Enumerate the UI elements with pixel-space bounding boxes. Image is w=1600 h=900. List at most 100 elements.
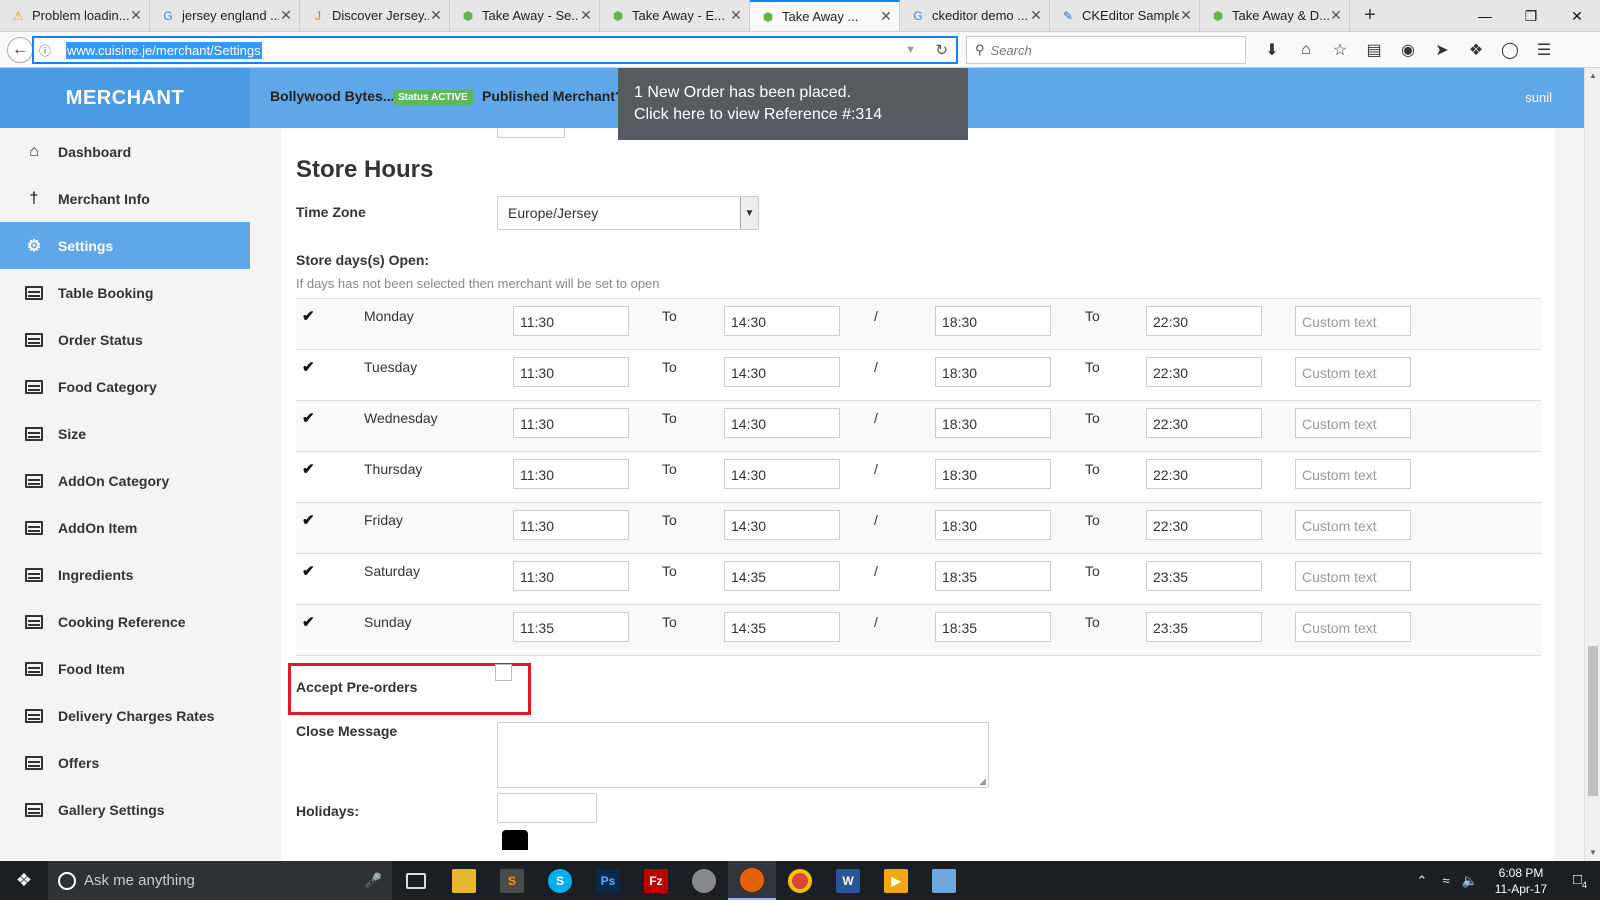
time-input-open1[interactable]: 11:30 bbox=[513, 459, 629, 489]
day-checkbox-checkmark-icon[interactable]: ✔ bbox=[302, 613, 315, 631]
minimize-icon[interactable]: — bbox=[1462, 0, 1508, 32]
home-browser-icon[interactable]: ⌂ bbox=[1289, 41, 1323, 59]
share-icon[interactable]: ➤ bbox=[1425, 40, 1459, 60]
virtualbox-icon[interactable] bbox=[920, 861, 968, 900]
holidays-input[interactable] bbox=[497, 793, 597, 823]
action-center-icon[interactable]: □4 bbox=[1560, 871, 1600, 890]
tab-close-icon[interactable]: ✕ bbox=[429, 7, 443, 24]
time-input-close2[interactable]: 23:35 bbox=[1146, 612, 1262, 642]
time-input-open1[interactable]: 11:35 bbox=[513, 612, 629, 642]
time-input-open2[interactable]: 18:35 bbox=[935, 561, 1051, 591]
partial-input-above[interactable] bbox=[497, 128, 565, 138]
sidebar-item-merchant-info[interactable]: † Merchant Info bbox=[0, 175, 250, 222]
custom-text-input[interactable]: Custom text bbox=[1295, 357, 1411, 387]
time-input-close1[interactable]: 14:30 bbox=[724, 510, 840, 540]
brand-title[interactable]: MERCHANT bbox=[0, 68, 250, 128]
sidebar-item-order-status[interactable]: Order Status bbox=[0, 316, 250, 363]
time-input-open2[interactable]: 18:35 bbox=[935, 612, 1051, 642]
time-input-open1[interactable]: 11:30 bbox=[513, 357, 629, 387]
file-explorer-icon[interactable] bbox=[440, 861, 488, 900]
notification-line-2[interactable]: Click here to view Reference #:314 bbox=[634, 104, 952, 126]
site-info-icon[interactable]: ⓘ bbox=[34, 42, 56, 59]
skype-icon[interactable]: S bbox=[536, 861, 584, 900]
tab-close-icon[interactable]: ✕ bbox=[279, 7, 293, 24]
cortana-search[interactable]: Ask me anything 🎤 bbox=[48, 861, 392, 900]
tab-close-icon[interactable]: ✕ bbox=[1029, 7, 1043, 24]
reload-icon[interactable]: ↻ bbox=[935, 41, 948, 59]
custom-text-input[interactable]: Custom text bbox=[1295, 510, 1411, 540]
wifi-icon[interactable]: ≈ bbox=[1434, 873, 1458, 888]
custom-text-input[interactable]: Custom text bbox=[1295, 459, 1411, 489]
windows-start-icon[interactable]: ❖ bbox=[0, 861, 48, 900]
time-input-close1[interactable]: 14:30 bbox=[724, 357, 840, 387]
sidebar-item-size[interactable]: Size bbox=[0, 410, 250, 457]
tab-close-icon[interactable]: ✕ bbox=[579, 7, 593, 24]
sidebar-item-delivery-charges-rates[interactable]: Delivery Charges Rates bbox=[0, 692, 250, 739]
time-input-close1[interactable]: 14:30 bbox=[724, 306, 840, 336]
time-input-open1[interactable]: 11:30 bbox=[513, 306, 629, 336]
accept-preorders-checkbox[interactable] bbox=[495, 664, 512, 681]
back-arrow-icon[interactable]: ← bbox=[7, 36, 33, 63]
day-checkbox-checkmark-icon[interactable]: ✔ bbox=[302, 409, 315, 427]
pocket-icon[interactable]: ◉ bbox=[1391, 40, 1425, 60]
tray-chevron-up-icon[interactable]: ⌃ bbox=[1410, 873, 1434, 889]
browser-tab[interactable]: ⬢ Take Away ... ✕ bbox=[750, 0, 900, 31]
sidebar-item-offers[interactable]: Offers bbox=[0, 739, 250, 786]
time-input-open2[interactable]: 18:30 bbox=[935, 357, 1051, 387]
extension-icon[interactable]: ❖ bbox=[1459, 40, 1493, 60]
tab-close-icon[interactable]: ✕ bbox=[729, 7, 743, 24]
day-checkbox-checkmark-icon[interactable]: ✔ bbox=[302, 562, 315, 580]
sidebar-item-gallery-settings[interactable]: Gallery Settings bbox=[0, 786, 250, 833]
chat-bubble-icon[interactable]: ◯ bbox=[1493, 40, 1527, 60]
address-bar[interactable]: ⓘ www.cuisine.je/merchant/Settings ▼ ↻ bbox=[32, 36, 958, 64]
time-input-open2[interactable]: 18:30 bbox=[935, 459, 1051, 489]
day-checkbox-checkmark-icon[interactable]: ✔ bbox=[302, 358, 315, 376]
time-input-open1[interactable]: 11:30 bbox=[513, 408, 629, 438]
sidebar-item-table-booking[interactable]: Table Booking bbox=[0, 269, 250, 316]
tab-close-icon[interactable]: ✕ bbox=[129, 7, 143, 24]
volume-icon[interactable]: 🔈 bbox=[1458, 873, 1482, 889]
word-icon[interactable]: W bbox=[824, 861, 872, 900]
browser-tab[interactable]: ⚠ Problem loadin... ✕ bbox=[0, 0, 150, 31]
restore-icon[interactable]: ❐ bbox=[1508, 0, 1554, 32]
chevron-down-icon[interactable]: ▼ bbox=[740, 197, 758, 229]
sidebar-item-food-category[interactable]: Food Category bbox=[0, 363, 250, 410]
time-input-close1[interactable]: 14:30 bbox=[724, 459, 840, 489]
sidebar-item-settings[interactable]: ⚙ Settings bbox=[0, 222, 250, 269]
task-view-icon[interactable] bbox=[392, 861, 440, 900]
media-player-icon[interactable]: ▶ bbox=[872, 861, 920, 900]
custom-text-input[interactable]: Custom text bbox=[1295, 612, 1411, 642]
browser-search-input[interactable]: ⚲ Search bbox=[966, 36, 1246, 64]
time-input-close2[interactable]: 22:30 bbox=[1146, 408, 1262, 438]
browser-tab[interactable]: ⬢ Take Away - Se... ✕ bbox=[450, 0, 600, 31]
system-clock[interactable]: 6:08 PM 11-Apr-17 bbox=[1482, 865, 1560, 897]
browser-tab[interactable]: ⬢ Take Away & D... ✕ bbox=[1200, 0, 1350, 31]
time-input-close2[interactable]: 22:30 bbox=[1146, 306, 1262, 336]
sidebar-item-food-item[interactable]: Food Item bbox=[0, 645, 250, 692]
sidebar-item-addon-category[interactable]: AddOn Category bbox=[0, 457, 250, 504]
browser-tab[interactable]: Gckeditor demo ... ✕ bbox=[900, 0, 1050, 31]
tab-close-icon[interactable]: ✕ bbox=[1329, 7, 1343, 24]
day-checkbox-checkmark-icon[interactable]: ✔ bbox=[302, 460, 315, 478]
browser-tab[interactable]: ✎ CKEditor Sample ✕ bbox=[1050, 0, 1200, 31]
sidebar-item-ingredients[interactable]: Ingredients bbox=[0, 551, 250, 598]
sublime-text-icon[interactable]: S bbox=[488, 861, 536, 900]
bookmark-star-icon[interactable]: ☆ bbox=[1323, 40, 1357, 60]
download-icon[interactable]: ⬇ bbox=[1255, 40, 1289, 60]
time-input-close1[interactable]: 14:35 bbox=[724, 612, 840, 642]
custom-text-input[interactable]: Custom text bbox=[1295, 561, 1411, 591]
sidebar-item-cooking-reference[interactable]: Cooking Reference bbox=[0, 598, 250, 645]
scroll-down-icon[interactable]: ▼ bbox=[1585, 845, 1600, 861]
new-tab-button[interactable]: + bbox=[1350, 0, 1390, 31]
tab-close-icon[interactable]: ✕ bbox=[879, 8, 893, 25]
day-checkbox-checkmark-icon[interactable]: ✔ bbox=[302, 307, 315, 325]
time-input-open1[interactable]: 11:30 bbox=[513, 561, 629, 591]
custom-text-input[interactable]: Custom text bbox=[1295, 408, 1411, 438]
user-menu[interactable]: sunil bbox=[1525, 90, 1552, 105]
browser-tab[interactable]: Gjersey england ... ✕ bbox=[150, 0, 300, 31]
new-order-notification[interactable]: 1 New Order has been placed. Click here … bbox=[618, 68, 968, 140]
firefox-icon[interactable] bbox=[728, 861, 776, 900]
sidebar-item-dashboard[interactable]: ⌂ Dashboard bbox=[0, 128, 250, 175]
chrome-icon[interactable] bbox=[776, 861, 824, 900]
scrollbar-thumb[interactable] bbox=[1588, 646, 1598, 796]
